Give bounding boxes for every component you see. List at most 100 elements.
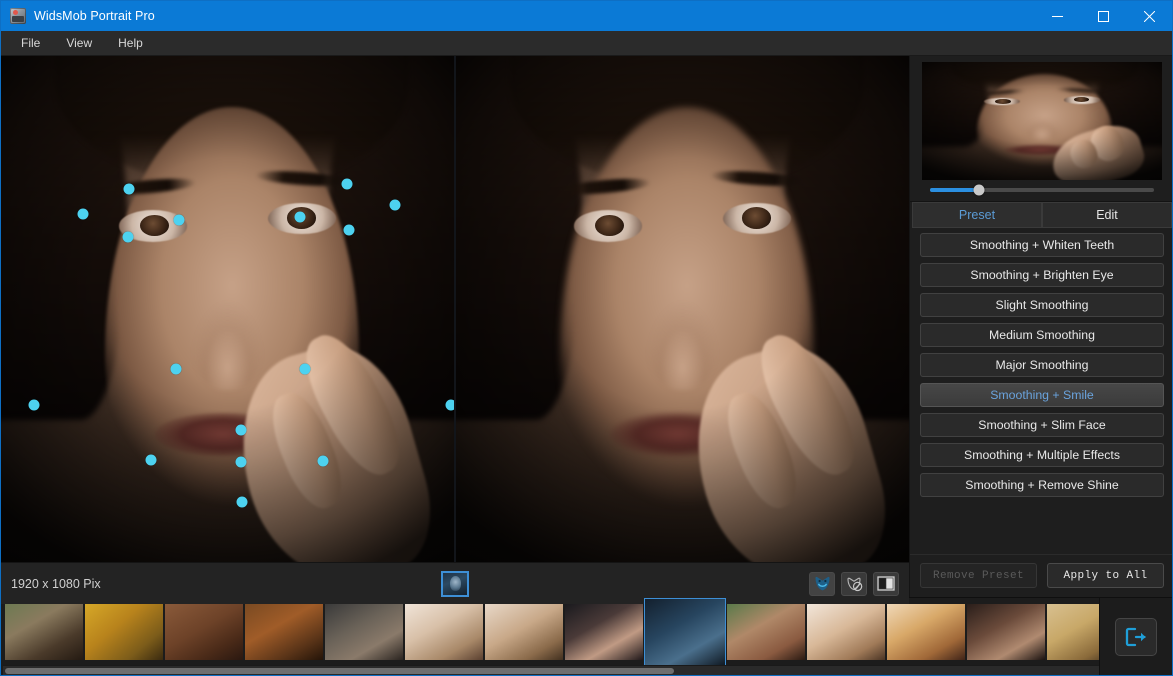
- face-marker-7[interactable]: [389, 199, 401, 211]
- menu-view[interactable]: View: [54, 33, 104, 53]
- face-marker-5[interactable]: [341, 178, 353, 190]
- filmstrip-thumbnail[interactable]: [485, 603, 563, 660]
- filmstrip-thumbnail[interactable]: [5, 603, 83, 660]
- before-portrait-image: [1, 56, 454, 562]
- thumbnail-image: [727, 603, 805, 660]
- apply-to-all-button[interactable]: Apply to All: [1047, 563, 1164, 588]
- preset-button-8[interactable]: Smoothing + Remove Shine: [920, 473, 1164, 497]
- thumbnail-image: [485, 603, 563, 660]
- thumbnail-image: [967, 603, 1045, 660]
- menu-help[interactable]: Help: [106, 33, 155, 53]
- thumbnail-image: [807, 603, 885, 660]
- face-marker-12[interactable]: [445, 399, 454, 411]
- tab-edit[interactable]: Edit: [1042, 202, 1172, 228]
- image-canvas: [1, 56, 909, 562]
- face-marker-6[interactable]: [294, 211, 306, 223]
- face-marker-9[interactable]: [170, 363, 182, 375]
- preset-button-7[interactable]: Smoothing + Multiple Effects: [920, 443, 1164, 467]
- face-marker-11[interactable]: [28, 399, 40, 411]
- export-button[interactable]: [1115, 617, 1157, 656]
- preview-zoom-slider[interactable]: [930, 184, 1154, 196]
- face-detect-icon[interactable]: [809, 571, 835, 596]
- thumbnail-image: [405, 603, 483, 660]
- filmstrip: [1, 597, 1172, 675]
- filmstrip-thumbnail[interactable]: [967, 603, 1045, 660]
- filmstrip-thumbnail-selected[interactable]: [644, 598, 726, 665]
- thumbnail-image: [245, 603, 323, 660]
- image-dimensions-label: 1920 x 1080 Pix: [11, 576, 101, 591]
- preset-button-4[interactable]: Major Smoothing: [920, 353, 1164, 377]
- face-marker-1[interactable]: [123, 183, 135, 195]
- preset-button-5[interactable]: Smoothing + Smile: [920, 383, 1164, 407]
- preset-button-1[interactable]: Smoothing + Brighten Eye: [920, 263, 1164, 287]
- thumbnail-image: [565, 603, 643, 660]
- preset-button-3[interactable]: Medium Smoothing: [920, 323, 1164, 347]
- filmstrip-thumbnail[interactable]: [727, 603, 805, 660]
- main-body: 1920 x 1080 Pix Preset Edit Smoothing + …: [1, 56, 1172, 604]
- face-marker-13[interactable]: [235, 424, 247, 436]
- thumbnail-image: [5, 603, 83, 660]
- right-panel: Preset Edit Smoothing + Whiten Teeth Smoo…: [909, 56, 1172, 597]
- face-marker-2[interactable]: [77, 208, 89, 220]
- application-window: WidsMob Portrait Pro File View Help 1920…: [0, 0, 1173, 676]
- preset-action-row: Remove Preset Apply to All: [910, 554, 1172, 597]
- filmstrip-thumbnail[interactable]: [165, 603, 243, 660]
- scrollbar-thumb[interactable]: [5, 668, 674, 674]
- filmstrip-thumbnail[interactable]: [325, 603, 403, 660]
- face-marker-4[interactable]: [122, 231, 134, 243]
- face-marker-15[interactable]: [235, 456, 247, 468]
- filmstrip-thumbnail[interactable]: [405, 603, 483, 660]
- current-image-thumbnail[interactable]: [441, 570, 469, 597]
- remove-preset-button[interactable]: Remove Preset: [920, 563, 1037, 588]
- filmstrip-thumbnail[interactable]: [1047, 603, 1099, 660]
- tab-preset[interactable]: Preset: [912, 202, 1042, 228]
- slider-fill: [930, 188, 980, 192]
- hide-markers-icon[interactable]: [841, 571, 867, 596]
- before-image-pane[interactable]: [1, 56, 454, 562]
- preset-button-0[interactable]: Smoothing + Whiten Teeth: [920, 233, 1164, 257]
- preset-button-6[interactable]: Smoothing + Slim Face: [920, 413, 1164, 437]
- close-button[interactable]: [1126, 1, 1172, 31]
- menu-bar: File View Help: [1, 31, 1172, 56]
- slider-handle[interactable]: [973, 184, 985, 196]
- filmstrip-thumbnail[interactable]: [807, 603, 885, 660]
- after-image-pane[interactable]: [456, 56, 909, 562]
- filmstrip-thumbnail[interactable]: [85, 603, 163, 660]
- thumbnail-image: [85, 603, 163, 660]
- face-marker-3[interactable]: [173, 214, 185, 226]
- panel-tabs: Preset Edit: [910, 201, 1172, 228]
- thumbnail-image: [887, 603, 965, 660]
- thumbnail-image: [325, 603, 403, 660]
- title-bar: WidsMob Portrait Pro: [1, 1, 1172, 31]
- face-marker-16[interactable]: [317, 455, 329, 467]
- filmstrip-scrollbar[interactable]: [3, 665, 1099, 675]
- split-view-icon[interactable]: [873, 571, 899, 596]
- thumbnail-image: [645, 598, 725, 665]
- minimize-button[interactable]: [1034, 1, 1080, 31]
- filmstrip-thumbnail[interactable]: [887, 603, 965, 660]
- filmstrip-scroll-area: [1, 598, 1099, 675]
- maximize-button[interactable]: [1080, 1, 1126, 31]
- face-marker-14[interactable]: [145, 454, 157, 466]
- face-marker-8[interactable]: [343, 224, 355, 236]
- after-portrait-image: [456, 56, 909, 562]
- filmstrip-thumbnail[interactable]: [245, 603, 323, 660]
- preset-list: Smoothing + Whiten Teeth Smoothing + Brig…: [910, 228, 1172, 497]
- window-title: WidsMob Portrait Pro: [34, 9, 155, 23]
- right-panel-spacer: [910, 497, 1172, 554]
- preset-button-2[interactable]: Slight Smoothing: [920, 293, 1164, 317]
- face-marker-10[interactable]: [299, 363, 311, 375]
- preview-box: [910, 56, 1172, 180]
- preview-thumbnail-image: [922, 62, 1162, 180]
- menu-file[interactable]: File: [9, 33, 52, 53]
- filmstrip-thumbnails: [3, 598, 1099, 665]
- filmstrip-thumbnail[interactable]: [565, 603, 643, 660]
- viewer-column: 1920 x 1080 Pix: [1, 56, 909, 604]
- face-marker-17[interactable]: [236, 496, 248, 508]
- thumbnail-image: [1047, 603, 1099, 660]
- thumbnail-image: [165, 603, 243, 660]
- app-logo-icon: [10, 8, 26, 24]
- preview-zoom-slider-row: [910, 180, 1172, 201]
- view-tools-group: [809, 571, 899, 596]
- export-zone: [1099, 598, 1172, 675]
